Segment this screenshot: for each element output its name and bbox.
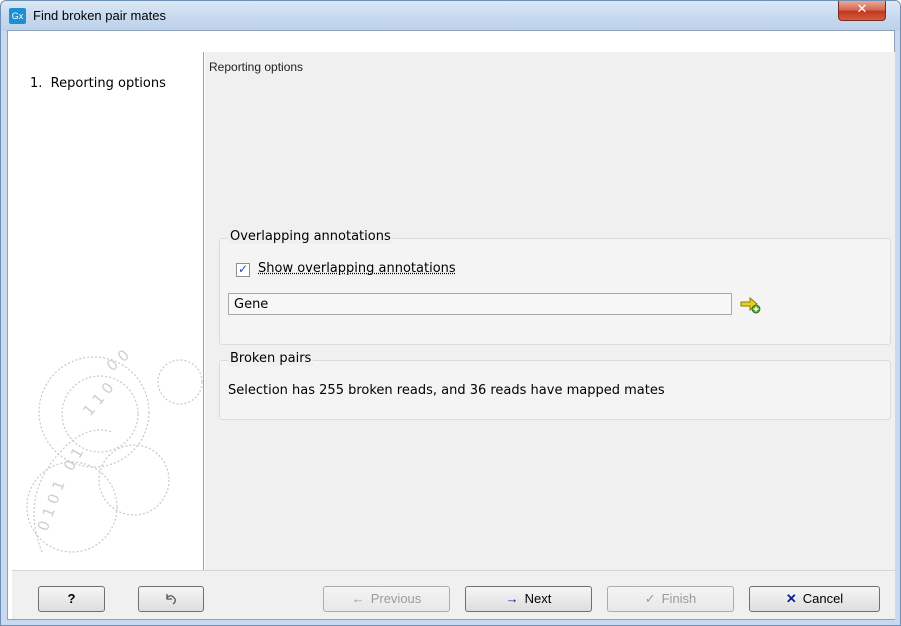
show-overlapping-label[interactable]: Show overlapping annotations [258, 261, 456, 276]
app-logo-icon: Gx [9, 8, 26, 24]
checkmark-icon: ✓ [238, 262, 249, 276]
left-arrow-icon: ← [351, 591, 365, 606]
undo-arrow-icon [166, 594, 176, 605]
wizard-steps-panel: 1. Reporting options 0 0 1 1 0 0 1 0 1 0… [12, 52, 204, 570]
broken-pairs-message: Selection has 255 broken reads, and 36 r… [228, 383, 665, 398]
title-bar[interactable]: Gx Find broken pair mates ✕ [1, 1, 900, 31]
finish-button[interactable]: ✓ Finish [607, 586, 734, 612]
step-label: Reporting options [50, 76, 166, 91]
cancel-label: Cancel [802, 591, 844, 606]
next-button[interactable]: → Next [465, 586, 592, 612]
page-heading: Reporting options [209, 60, 304, 74]
checkmark-icon: ✓ [644, 591, 656, 606]
step-item-reporting-options[interactable]: 1. Reporting options [30, 76, 166, 91]
reporting-options-page: Reporting options Overlapping annotation… [205, 52, 895, 570]
step-number: 1. [30, 76, 43, 91]
previous-button[interactable]: ← Previous [323, 586, 450, 612]
window-title: Find broken pair mates [33, 8, 166, 23]
annotation-type-field[interactable]: Gene [228, 293, 732, 315]
broken-pairs-group: Broken pairs Selection has 255 broken re… [219, 351, 891, 420]
finish-label: Finish [661, 591, 697, 606]
previous-label: Previous [370, 591, 422, 606]
svg-text:0 0: 0 0 [103, 346, 133, 375]
overlapping-annotations-legend: Overlapping annotations [228, 229, 393, 244]
cancel-x-icon: ✕ [785, 591, 797, 606]
wizard-footer: ? ← Previous → Next ✓ Finish ✕ Cancel [12, 570, 895, 619]
reset-button[interactable] [138, 586, 204, 612]
right-arrow-icon: → [505, 591, 519, 606]
svg-text:0 1 0 1: 0 1 0 1 [34, 478, 69, 533]
next-label: Next [524, 591, 552, 606]
overlapping-annotations-group: Overlapping annotations ✓ Show overlappi… [219, 229, 891, 345]
cancel-button[interactable]: ✕ Cancel [749, 586, 880, 612]
help-button[interactable]: ? [38, 586, 105, 612]
close-icon[interactable]: ✕ [838, 1, 886, 21]
add-annotation-icon[interactable] [740, 296, 762, 314]
svg-text:1 1 0: 1 1 0 [79, 379, 117, 420]
show-overlapping-checkbox[interactable]: ✓ [236, 262, 250, 277]
workbench-decorative-logo: 0 0 1 1 0 0 1 0 1 0 1 [26, 346, 203, 553]
broken-pairs-legend: Broken pairs [228, 351, 314, 366]
